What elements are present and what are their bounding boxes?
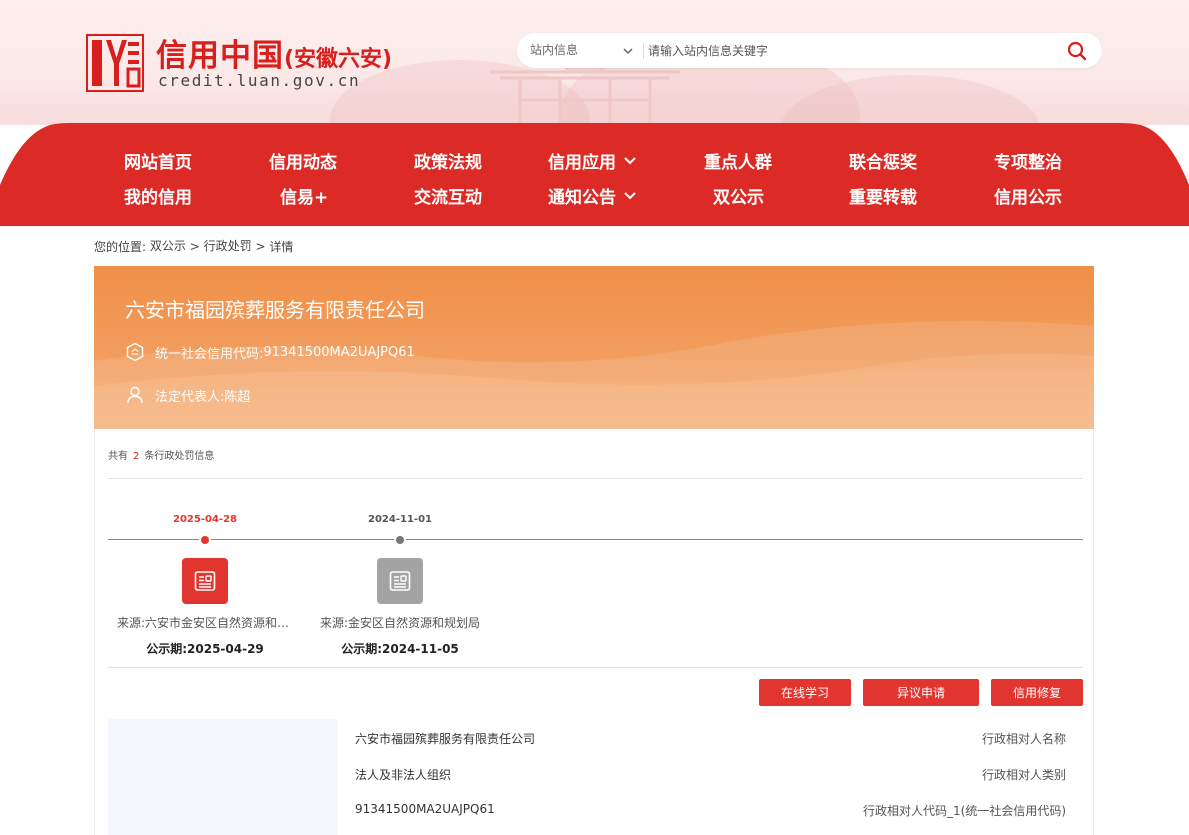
timeline-line	[108, 539, 1083, 540]
record-source: 来源:金安区自然资源和规划局	[319, 616, 481, 630]
nav-item-notices[interactable]: 通知公告	[548, 183, 636, 208]
site-subtitle-text: (安徽六安)	[284, 47, 393, 72]
nav-item-key-groups[interactable]: 重点人群	[704, 148, 772, 173]
detail-value: 六安市福园殡葬服务有限责任公司	[355, 732, 536, 746]
enterprise-badge-icon	[126, 342, 144, 362]
timeline-date: 2024-11-01	[368, 514, 432, 525]
nav-item-special-rectification[interactable]: 专项整治	[994, 148, 1062, 173]
search-scope-select[interactable]: 站内信息	[530, 33, 578, 68]
objection-button[interactable]: 异议申请	[863, 679, 979, 706]
detail-value: 91341500MA2UAJPQ61	[355, 802, 495, 816]
record-count-suffix: 条行政处罚信息	[144, 451, 215, 462]
site-search: 站内信息	[517, 33, 1102, 68]
chevron-down-icon	[624, 192, 636, 200]
timeline-dot[interactable]	[394, 534, 406, 546]
search-icon[interactable]	[1066, 40, 1088, 62]
credit-china-logo-icon	[86, 34, 144, 92]
divider	[108, 667, 1083, 668]
credit-repair-button[interactable]: 信用修复	[991, 679, 1083, 706]
timeline-dot-active[interactable]	[199, 534, 211, 546]
document-icon	[194, 571, 216, 591]
detail-label: 行政相对人代码_1(统一社会信用代码)	[863, 804, 1066, 818]
site-url: credit.luan.gov.cn	[158, 71, 361, 90]
penalty-detail-table: 行政相对人名称 六安市福园殡葬服务有限责任公司 行政相对人类别 法人及非法人组织…	[108, 719, 1083, 835]
nav-item-label: 信用应用	[548, 153, 616, 173]
nav-item-credit-news[interactable]: 信用动态	[269, 148, 337, 173]
record-source: 来源:六安市金安区自然资源和规划局	[117, 616, 293, 630]
decorative-gate-icon	[490, 60, 680, 125]
nav-item-policies[interactable]: 政策法规	[414, 148, 482, 173]
main-navigation: 网站首页 信用动态 政策法规 信用应用 重点人群 联合惩奖 专项整治 我的信用 …	[0, 123, 1189, 226]
breadcrumb-current: 详情	[269, 240, 294, 254]
penalty-record-card-active[interactable]	[182, 558, 228, 604]
breadcrumb-prefix: 您的位置:	[94, 240, 147, 254]
nav-item-credit-publicity[interactable]: 信用公示	[994, 183, 1062, 208]
nav-item-reprints[interactable]: 重要转载	[849, 183, 917, 208]
record-count-number: 2	[133, 451, 140, 462]
nav-item-joint-rewards[interactable]: 联合惩奖	[849, 148, 917, 173]
nav-item-label: 通知公告	[548, 188, 616, 208]
nav-item-credit-apps[interactable]: 信用应用	[548, 148, 636, 173]
nav-item-home[interactable]: 网站首页	[124, 148, 192, 173]
timeline-date: 2025-04-28	[173, 514, 237, 525]
nav-item-double-publicity[interactable]: 双公示	[713, 183, 764, 208]
person-icon	[127, 386, 143, 404]
detail-label-column	[108, 719, 338, 835]
chevron-down-icon	[624, 157, 636, 165]
detail-label: 行政相对人类别	[981, 768, 1066, 782]
search-input[interactable]	[648, 37, 1048, 64]
record-count-prefix: 共有	[108, 451, 128, 462]
penalty-record-card[interactable]	[377, 558, 423, 604]
site-header: 信用中国(安徽六安) credit.luan.gov.cn 站内信息	[0, 0, 1189, 125]
breadcrumb-separator: >	[189, 239, 200, 254]
detail-label: 行政相对人名称	[981, 732, 1066, 746]
online-study-button[interactable]: 在线学习	[759, 679, 851, 706]
credit-code-row: 统一社会信用代码: 91341500MA2UAJPQ61	[125, 342, 415, 362]
site-title[interactable]: 信用中国(安徽六安)	[156, 30, 392, 75]
nav-background	[0, 123, 1189, 226]
divider	[108, 478, 1083, 479]
nav-item-my-credit[interactable]: 我的信用	[124, 183, 192, 208]
breadcrumb: 您的位置: 双公示 > 行政处罚 > 详情	[94, 237, 293, 255]
public-period-value: 2024-11-05	[382, 642, 459, 656]
search-separator	[643, 43, 644, 59]
credit-code-label: 统一社会信用代码:	[155, 346, 264, 362]
detail-value: 法人及非法人组织	[355, 768, 452, 782]
legal-rep-label: 法定代表人:	[155, 389, 225, 405]
credit-code-value: 91341500MA2UAJPQ61	[263, 344, 415, 360]
legal-rep-value: 陈超	[224, 389, 251, 405]
record-public-period: 公示期:2024-11-05	[312, 640, 488, 657]
company-name: 六安市福园殡葬服务有限责任公司	[125, 298, 425, 322]
document-icon	[389, 571, 411, 591]
site-title-text: 信用中国	[156, 38, 284, 74]
nav-item-interaction[interactable]: 交流互动	[414, 183, 482, 208]
public-period-label: 公示期:	[341, 642, 383, 656]
penalty-panel: 共有2条行政处罚信息 2025-04-28 来源:六安市金安区自然资源和规划局 …	[94, 429, 1094, 835]
public-period-label: 公示期:	[146, 642, 188, 656]
breadcrumb-link-double-publicity[interactable]: 双公示	[150, 239, 186, 253]
record-public-period: 公示期:2025-04-29	[117, 640, 293, 657]
chevron-down-icon[interactable]	[621, 44, 635, 58]
public-period-value: 2025-04-29	[187, 642, 264, 656]
breadcrumb-link-penalty[interactable]: 行政处罚	[204, 239, 252, 253]
record-count: 共有 2 条行政处罚信息	[108, 447, 214, 462]
legal-rep-row: 法定代表人: 陈超	[125, 385, 250, 405]
nav-item-xinyi-plus[interactable]: 信易+	[280, 183, 328, 208]
company-banner: 六安市福园殡葬服务有限责任公司 统一社会信用代码: 91341500MA2UAJ…	[94, 266, 1094, 429]
breadcrumb-separator: >	[255, 239, 266, 254]
